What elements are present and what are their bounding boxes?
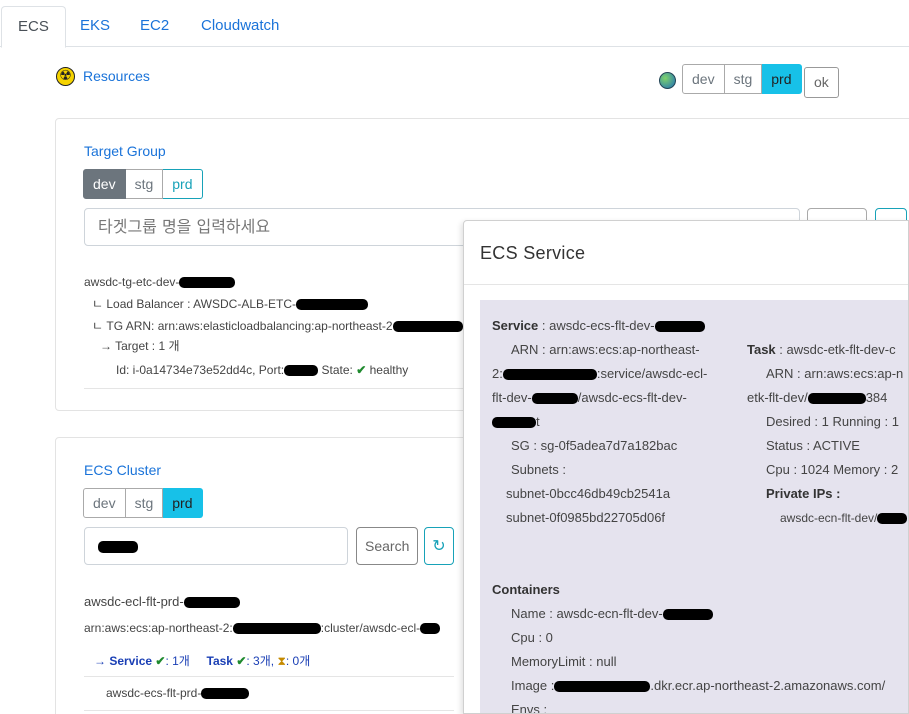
container-name: Name : awsdc-ecn-flt-dev- <box>511 606 713 621</box>
cluster-search-button[interactable]: Search <box>356 527 419 565</box>
task-cpu-memory: Cpu : 1024 Memory : 2 <box>766 462 899 477</box>
env-selector: dev stg prd <box>682 64 802 94</box>
target-group-title: Target Group <box>84 143 166 159</box>
ecs-cluster-title: ECS Cluster <box>84 462 162 478</box>
modal-body: Service : awsdc-ecs-flt-dev- ARN : arn:a… <box>480 300 908 714</box>
divider <box>84 710 454 711</box>
ok-button[interactable]: ok <box>804 67 839 98</box>
tg-arn: ㄴ TG ARN: arn:aws:elasticloadbalancing:a… <box>92 317 463 334</box>
container-memory: MemoryLimit : null <box>511 654 617 669</box>
containers-label: Containers <box>492 582 560 597</box>
modal-title: ECS Service <box>480 243 586 263</box>
divider <box>464 284 908 285</box>
refresh-icon[interactable]: ↻ <box>424 527 454 565</box>
tg-target-detail: Id: i-0a14734e73e52dd4c, Port: State: ✔ … <box>116 363 409 377</box>
service-subnet-2: subnet-0f0985bd22705d06f <box>506 510 666 525</box>
cluster-name: awsdc-ecl-flt-prd- <box>84 594 240 609</box>
task-status: Status : ACTIVE <box>766 438 860 453</box>
cluster-env-selector: dev stg prd <box>83 488 203 518</box>
task-name: Task : awsdc-etk-flt-dev-c <box>747 342 896 357</box>
task-arn-2: etk-flt-dev/384 <box>747 390 888 405</box>
cluster-env-prd-button[interactable]: prd <box>163 488 203 518</box>
tg-env-stg-button[interactable]: stg <box>125 169 164 199</box>
cluster-env-stg-button[interactable]: stg <box>125 488 164 518</box>
tg-target-count: → Target : 1 개 <box>100 339 180 353</box>
check-icon: ✔ <box>356 363 367 377</box>
service-item[interactable]: awsdc-ecs-flt-prd- <box>106 686 250 700</box>
ecs-service-modal: ECS Service Service : awsdc-ecs-flt-dev-… <box>463 220 909 714</box>
tg-result-name: awsdc-tg-etc-dev- <box>84 275 236 289</box>
divider <box>84 676 454 677</box>
check-icon: ✔ <box>236 654 247 668</box>
service-arn-3: flt-dev-/awsdc-ecs-flt-dev- <box>492 390 687 405</box>
cluster-search-input[interactable] <box>84 527 348 565</box>
cluster-summary: → Service ✔: 1개 Task ✔: 3개, ⧗: 0개 <box>94 654 311 668</box>
env-prd-button[interactable]: prd <box>762 64 802 94</box>
tab-eks[interactable]: EKS <box>64 6 126 48</box>
service-subnet-1: subnet-0bcc46db49cb2541a <box>506 486 671 501</box>
tg-load-balancer: ㄴ Load Balancer : AWSDC-ALB-ETC- <box>92 295 368 312</box>
tab-cloudwatch[interactable]: Cloudwatch <box>185 6 295 48</box>
check-icon: ✔ <box>155 654 166 668</box>
task-arn-1: ARN : arn:aws:ecs:ap-n <box>766 366 904 381</box>
task-private-ip: awsdc-ecn-flt-dev/ <box>780 511 908 525</box>
tab-bar: ECS EKS EC2 Cloudwatch <box>0 0 909 48</box>
service-link[interactable]: → Service <box>94 654 152 668</box>
globe-icon <box>659 72 676 89</box>
tab-ec2[interactable]: EC2 <box>124 6 185 48</box>
task-desired: Desired : 1 Running : 1 <box>766 414 899 429</box>
tg-env-selector: dev stg prd <box>83 169 203 199</box>
container-image: Image : .dkr.ecr.ap-northeast-2.amazonaws… <box>511 678 886 693</box>
service-name: Service : awsdc-ecs-flt-dev- <box>492 318 705 333</box>
divider <box>84 388 464 389</box>
env-stg-button[interactable]: stg <box>724 64 763 94</box>
cluster-env-dev-button[interactable]: dev <box>83 488 126 518</box>
tab-ecs[interactable]: ECS <box>1 6 66 48</box>
resources-link[interactable]: Resources <box>83 68 150 84</box>
tg-env-prd-button[interactable]: prd <box>163 169 203 199</box>
tg-env-dev-button[interactable]: dev <box>83 169 126 199</box>
cluster-arn: arn:aws:ecs:ap-northeast-2::cluster/awsd… <box>84 621 441 635</box>
service-subnets-label: Subnets : <box>511 462 566 477</box>
service-arn-1: ARN : arn:aws:ecs:ap-northeast- <box>511 342 700 357</box>
service-sg: SG : sg-0f5adea7d7a182bac <box>511 438 678 453</box>
task-private-ips-label: Private IPs : <box>766 486 841 501</box>
service-arn-4: t <box>492 414 540 429</box>
container-cpu: Cpu : 0 <box>511 630 553 645</box>
env-dev-button[interactable]: dev <box>682 64 725 94</box>
task-link[interactable]: Task <box>207 654 233 668</box>
service-arn-2: 2::service/awsdc-ecl- <box>492 366 708 381</box>
container-envs: Envs : <box>511 702 548 714</box>
hourglass-icon: ⧗ <box>277 654 286 668</box>
radiation-icon: ☢ <box>56 67 75 86</box>
